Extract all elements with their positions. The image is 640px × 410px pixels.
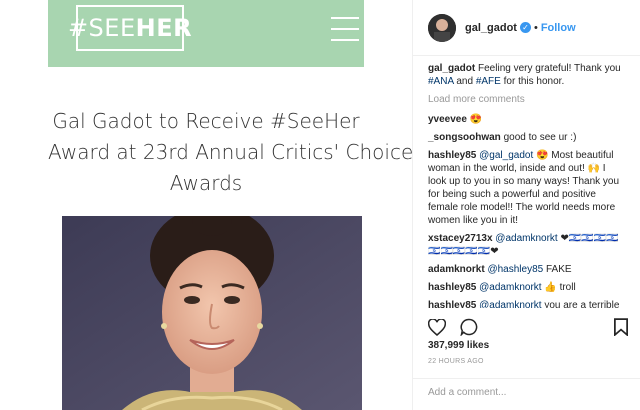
post-media[interactable]: #SEE HER Gal Gadot to Receive #SeeHer Awa… [0,0,412,410]
comment-item: xstacey2713x @adamknorkt ❤🇮🇱🇮🇱🇮🇱🇮🇱🇮🇱🇮🇱🇮🇱… [428,232,625,258]
post-author-username[interactable]: gal_gadot [465,22,517,34]
mention-link[interactable]: @adamknorkt [479,300,541,308]
post-timestamp: 22 HOURS AGO [428,358,484,365]
comment-text: good to see ur :) [503,132,577,143]
comment-username[interactable]: xstacey2713x [428,233,493,244]
mention-link[interactable]: @adamknorkt [479,282,541,293]
follow-button[interactable]: Follow [541,22,576,34]
caption-text: Feeling very grateful! Thank you [478,63,621,74]
seeher-logo[interactable]: #SEE HER [68,5,192,51]
mention-link[interactable]: @gal_gadot [479,150,533,161]
comment-username[interactable]: hashley85 [428,300,476,308]
caption-username[interactable]: gal_gadot [428,63,475,74]
comment-username[interactable]: _songsoohwan [428,132,501,143]
comment-username[interactable]: adamknorkt [428,264,485,275]
comment-item: _songsoohwan good to see ur :) [428,131,625,144]
seeher-banner: #SEE HER [48,0,364,67]
hashtag-link[interactable]: #ANA [428,76,454,87]
comment-item: hashley85 @adamknorkt you are a terrible… [428,299,625,308]
caption-text: for this honor. [503,76,565,87]
portrait-photo [62,216,362,410]
load-more-comments-link[interactable]: Load more comments [428,93,625,106]
comment-item: hashley85 @adamknorkt 👍 troll [428,281,625,294]
post-actions [427,317,492,341]
heart-icon[interactable] [427,317,447,341]
post-caption: gal_gadot Feeling very grateful! Thank y… [428,62,625,88]
comment-item: yveevee 😍 [428,113,625,126]
bookmark-icon[interactable] [614,318,628,341]
headline-line: Award at 23rd Annual Critics' Choice [48,140,412,164]
add-comment-input[interactable]: Add a comment... [413,378,640,410]
comments-list[interactable]: gal_gadot Feeling very grateful! Thank y… [413,56,640,308]
comment-text: FAKE [546,264,572,275]
comment-item: adamknorkt @hashley85 FAKE [428,263,625,276]
comment-item: hashley85 @gal_gadot 😍 Most beautiful wo… [428,149,625,227]
avatar[interactable] [428,13,456,42]
comment-username[interactable]: hashley85 [428,150,476,161]
headline-line: Gal Gadot to Receive #SeeHer [52,109,360,133]
mention-link[interactable]: @hashley85 [487,264,543,275]
comment-username[interactable]: yveevee [428,114,467,125]
comment-username[interactable]: hashley85 [428,282,476,293]
logo-text-bold: HER [135,14,193,42]
mention-link[interactable]: @adamknorkt [495,233,557,244]
comment-text: 😍 [469,114,483,125]
post-header: gal_gadot ✓ • Follow [413,0,640,56]
logo-text-light: #SEE [67,14,136,42]
comment-icon[interactable] [460,318,478,341]
hashtag-link[interactable]: #AFE [476,76,501,87]
post-sidebar: gal_gadot ✓ • Follow gal_gadot Feeling v… [412,0,640,410]
comment-text: 👍 troll [544,282,576,293]
portrait-illustration [62,216,362,410]
article-headline: Gal Gadot to Receive #SeeHer Award at 23… [48,106,412,199]
headline-line: Awards [169,171,243,195]
separator-dot: • [533,21,538,34]
hamburger-menu-icon[interactable] [331,17,359,41]
comment-text: 😍 Most beautiful woman in the world, ins… [428,150,620,226]
likes-count[interactable]: 387,999 likes [428,340,489,351]
caption-text: and [456,76,474,87]
verified-badge-icon: ✓ [519,22,531,33]
